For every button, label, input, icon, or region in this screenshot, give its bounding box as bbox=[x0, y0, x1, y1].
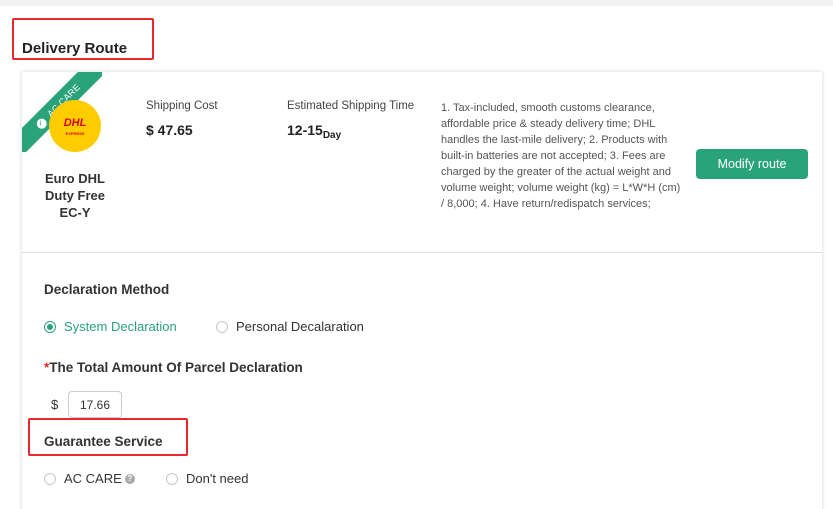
radio-label: System Declaration bbox=[64, 319, 177, 334]
logo-subtext: EXPRESS bbox=[65, 131, 85, 136]
eta-unit: Day bbox=[322, 130, 342, 141]
radio-system-declaration[interactable]: System Declaration bbox=[44, 319, 177, 334]
highlight-box-guarantee-service bbox=[28, 418, 188, 456]
modify-route-button[interactable]: Modify route bbox=[696, 149, 808, 179]
eta-label: Estimated Shipping Time bbox=[287, 100, 415, 112]
declaration-method-title: Declaration Method bbox=[44, 282, 170, 297]
radio-selected-icon bbox=[44, 320, 56, 333]
declaration-amount-input[interactable] bbox=[68, 391, 122, 418]
radio-empty-icon bbox=[216, 320, 228, 333]
route-name: Euro DHL Duty Free EC-Y bbox=[34, 170, 116, 221]
eta-value: 12-15Day bbox=[287, 122, 342, 141]
shipping-cost-label: Shipping Cost bbox=[146, 100, 218, 112]
divider bbox=[22, 252, 822, 253]
radio-personal-declaration[interactable]: Personal Decalaration bbox=[216, 319, 364, 334]
radio-ac-care[interactable]: AC CARE ? bbox=[44, 471, 135, 486]
route-name-line: EC-Y bbox=[59, 205, 91, 220]
check-icon: ✓ bbox=[34, 116, 49, 131]
radio-label: Personal Decalaration bbox=[236, 319, 364, 334]
highlight-box-delivery-route bbox=[12, 18, 154, 60]
dhl-logo: DHL EXPRESS bbox=[49, 100, 101, 152]
total-amount-title: *The Total Amount Of Parcel Declaration bbox=[44, 360, 303, 375]
logo-text: DHL bbox=[63, 117, 87, 129]
route-name-line: Duty Free bbox=[45, 188, 105, 203]
route-name-line: Euro DHL bbox=[45, 171, 105, 186]
help-icon[interactable]: ? bbox=[124, 473, 135, 484]
route-description: 1. Tax-included, smooth customs clearanc… bbox=[441, 102, 681, 210]
radio-dont-need[interactable]: Don't need bbox=[166, 471, 248, 486]
page: Delivery Route ✓AC CARE DHL EXPRESS Euro… bbox=[0, 6, 833, 509]
shipping-cost-value: $ 47.65 bbox=[146, 122, 193, 138]
currency-symbol: $ bbox=[51, 397, 59, 412]
radio-empty-icon bbox=[166, 472, 178, 485]
radio-empty-icon bbox=[44, 472, 56, 485]
radio-label: Don't need bbox=[186, 471, 249, 486]
radio-label: AC CARE bbox=[64, 471, 122, 486]
